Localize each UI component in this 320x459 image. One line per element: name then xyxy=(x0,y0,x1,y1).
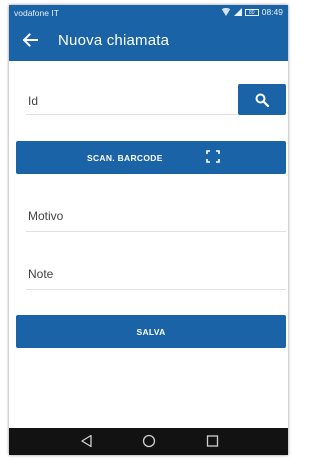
id-placeholder: Id xyxy=(28,94,39,108)
scan-barcode-button[interactable]: SCAN. BARCODE xyxy=(16,141,286,174)
status-icons: 80 08:49 xyxy=(220,7,283,17)
system-nav-bar xyxy=(9,428,288,455)
battery-icon: 80 xyxy=(244,8,259,16)
home-circle-icon[interactable] xyxy=(142,434,156,448)
status-bar: vodafone IT 80 08:49 xyxy=(9,5,288,21)
clock: 08:49 xyxy=(261,7,283,17)
scan-frame-icon xyxy=(206,150,220,163)
scan-barcode-label: SCAN. BARCODE xyxy=(87,153,163,163)
wifi-icon xyxy=(220,8,231,16)
page-title: Nuova chiamata xyxy=(58,32,170,49)
save-label: SALVA xyxy=(136,327,166,337)
signal-icon xyxy=(233,8,242,16)
back-button[interactable] xyxy=(21,31,39,49)
motivo-field[interactable]: Motivo xyxy=(26,203,286,232)
note-field[interactable]: Note xyxy=(26,261,286,290)
motivo-placeholder: Motivo xyxy=(28,209,64,223)
back-triangle-icon[interactable] xyxy=(80,434,93,448)
carrier-name: vodafone IT xyxy=(14,8,59,18)
search-button[interactable] xyxy=(238,84,286,115)
save-button[interactable]: SALVA xyxy=(16,315,286,348)
phone-screen: vodafone IT 80 08:49 Nuova chiamata Id S… xyxy=(9,5,288,455)
search-icon xyxy=(255,93,269,107)
note-placeholder: Note xyxy=(28,267,54,281)
app-bar: Nuova chiamata xyxy=(9,21,288,61)
id-field[interactable]: Id xyxy=(26,86,238,115)
recents-square-icon[interactable] xyxy=(206,434,219,448)
arrow-left-icon xyxy=(22,33,38,47)
